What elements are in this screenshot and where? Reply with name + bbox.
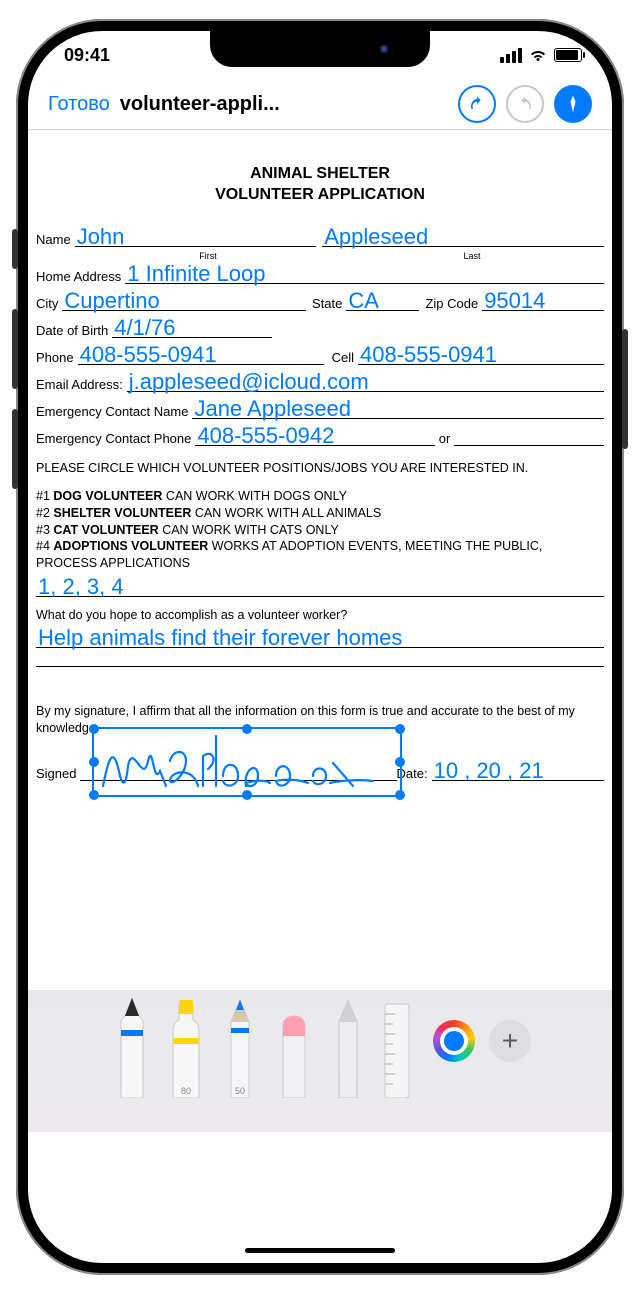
value-ec-phone: 408-555-0942 <box>195 423 334 448</box>
signature-selection[interactable] <box>92 727 402 797</box>
position-2: #2 SHELTER VOLUNTEER CAN WORK WITH ALL A… <box>36 505 604 522</box>
position-4: #4 ADOPTIONS VOLUNTEER WORKS AT ADOPTION… <box>36 538 604 572</box>
value-email: j.appleseed@icloud.com <box>127 369 369 394</box>
label-phone: Phone <box>36 350 78 365</box>
value-ec-name: Jane Appleseed <box>192 396 351 421</box>
label-or: or <box>435 431 455 446</box>
value-state: CA <box>346 288 379 313</box>
value-positions-choice: 1, 2, 3, 4 <box>36 574 124 599</box>
value-first-name: John <box>75 224 125 249</box>
resize-handle[interactable] <box>242 724 252 734</box>
nav-bar: Готово volunteer-appli... <box>28 79 612 129</box>
accomplish-question: What do you hope to accomplish as a volu… <box>36 607 604 623</box>
value-city: Cupertino <box>62 288 159 313</box>
highlighter-tool[interactable]: 80 <box>163 992 209 1098</box>
plus-icon: + <box>502 1025 518 1057</box>
wifi-icon <box>528 48 548 62</box>
value-home-address: 1 Infinite Loop <box>125 261 265 286</box>
value-phone: 408-555-0941 <box>78 342 217 367</box>
positions-intro: PLEASE CIRCLE WHICH VOLUNTEER POSITIONS/… <box>36 460 604 476</box>
label-cell: Cell <box>324 350 358 365</box>
phone-body: 09:41 Готово volunteer-appli... <box>16 19 624 1275</box>
resize-handle[interactable] <box>242 790 252 800</box>
position-3: #3 CAT VOLUNTEER CAN WORK WITH CATS ONLY <box>36 522 604 539</box>
label-dob: Date of Birth <box>36 323 112 338</box>
label-ec-name: Emergency Contact Name <box>36 404 192 419</box>
pencil-tool[interactable]: 50 <box>217 992 263 1098</box>
battery-icon <box>554 48 582 62</box>
label-city: City <box>36 296 62 311</box>
value-accomplish: Help animals find their forever homes <box>36 625 402 650</box>
color-picker-button[interactable] <box>433 1020 475 1062</box>
notch <box>210 31 430 67</box>
position-1: #1 DOG VOLUNTEER CAN WORK WITH DOGS ONLY <box>36 488 604 505</box>
document-viewport[interactable]: ANIMAL SHELTER VOLUNTEER APPLICATION Nam… <box>28 130 612 1132</box>
markup-toolbar: 80 50 <box>28 992 612 1132</box>
undo-icon <box>468 95 486 113</box>
label-signed: Signed <box>36 766 80 781</box>
volume-up-button <box>12 309 18 389</box>
value-zip: 95014 <box>482 288 545 313</box>
status-time: 09:41 <box>64 45 110 66</box>
cellular-signal-icon <box>500 48 522 63</box>
volume-down-button <box>12 409 18 489</box>
lasso-tool[interactable] <box>325 992 371 1098</box>
home-indicator[interactable] <box>245 1248 395 1253</box>
value-dob: 4/1/76 <box>112 315 175 340</box>
resize-handle[interactable] <box>395 790 405 800</box>
label-home-address: Home Address <box>36 269 125 284</box>
label-zip: Zip Code <box>419 296 482 311</box>
add-button[interactable]: + <box>489 1020 531 1062</box>
label-email: Email Address: <box>36 377 127 392</box>
document-title: volunteer-appli... <box>120 93 280 116</box>
redo-button <box>506 85 544 123</box>
markup-button[interactable] <box>554 85 592 123</box>
resize-handle[interactable] <box>89 790 99 800</box>
redo-icon <box>516 95 534 113</box>
side-button <box>12 229 18 269</box>
resize-handle[interactable] <box>89 724 99 734</box>
value-cell: 408-555-0941 <box>358 342 497 367</box>
label-ec-phone: Emergency Contact Phone <box>36 431 195 446</box>
ruler-tool[interactable] <box>379 992 415 1098</box>
power-button <box>622 329 628 449</box>
undo-button[interactable] <box>458 85 496 123</box>
label-name: Name <box>36 232 75 247</box>
document-page: ANIMAL SHELTER VOLUNTEER APPLICATION Nam… <box>28 130 612 990</box>
pen-tool[interactable] <box>109 992 155 1098</box>
form-header: ANIMAL SHELTER VOLUNTEER APPLICATION <box>36 164 604 206</box>
value-last-name: Appleseed <box>322 224 428 249</box>
label-state: State <box>306 296 346 311</box>
value-sig-date: 10 , 20 , 21 <box>432 758 544 783</box>
markup-pen-icon <box>563 94 583 114</box>
done-button[interactable]: Готово <box>48 93 110 116</box>
resize-handle[interactable] <box>89 757 99 767</box>
eraser-tool[interactable] <box>271 992 317 1098</box>
selected-color-icon <box>444 1031 464 1051</box>
